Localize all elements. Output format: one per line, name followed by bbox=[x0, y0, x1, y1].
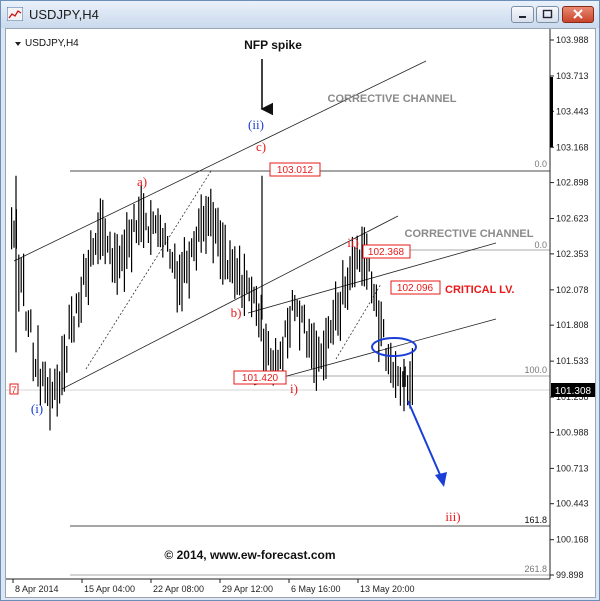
projection-arrow-line bbox=[407, 400, 442, 478]
time-tick-label: 8 Apr 2014 bbox=[15, 584, 59, 594]
price-tick-label: 103.988 bbox=[556, 35, 589, 45]
time-axis-ticks: 8 Apr 2014 15 Apr 04:00 22 Apr 08:00 29 Apr… bbox=[12, 579, 415, 594]
window-title: USDJPY,H4 bbox=[29, 7, 99, 22]
symbol-triangle-icon bbox=[15, 42, 21, 46]
price-tick-label: 100.713 bbox=[556, 463, 589, 473]
price-tick-label: 100.443 bbox=[556, 499, 589, 509]
nfp-spike-label: NFP spike bbox=[244, 38, 302, 52]
corrective-channel-upper-label: CORRECTIVE CHANNEL bbox=[328, 93, 457, 105]
critical-level-label: CRITICAL LV. bbox=[445, 284, 514, 296]
price-tick-label: 101.533 bbox=[556, 356, 589, 366]
current-price-label: 101.308 bbox=[555, 386, 592, 397]
fib-label-161-8: 161.8 bbox=[524, 515, 547, 525]
price-chart[interactable]: 103.012 102.368 102.096 101.420 7 (i) (i… bbox=[5, 28, 596, 598]
title-bar[interactable]: USDJPY,H4 bbox=[1, 1, 599, 28]
wave-label-c: c) bbox=[256, 139, 266, 154]
wave-label-i: i) bbox=[290, 381, 298, 396]
wave-label-a: a) bbox=[137, 174, 147, 189]
price-tick-label: 102.623 bbox=[556, 214, 589, 224]
price-tick-label: 102.898 bbox=[556, 178, 589, 188]
dotted-trend-1 bbox=[85, 170, 212, 370]
copyright-label: © 2014, www.ew-forecast.com bbox=[164, 548, 335, 562]
price-tick-label: 102.078 bbox=[556, 285, 589, 295]
close-icon bbox=[573, 9, 583, 19]
price-tick-label: 102.353 bbox=[556, 249, 589, 259]
fib-label-0-mid: 0.0 bbox=[534, 240, 547, 250]
candles bbox=[10, 175, 413, 431]
price-tick-label: 99.898 bbox=[556, 570, 584, 580]
close-button[interactable] bbox=[562, 6, 594, 23]
projection-arrowhead bbox=[435, 472, 447, 487]
wave-label-iii: iii) bbox=[445, 509, 460, 524]
minimize-icon bbox=[519, 16, 526, 18]
price-tick-label: 100.168 bbox=[556, 535, 589, 545]
price-scale-bar bbox=[550, 77, 553, 147]
wave-label-ii: ii) bbox=[347, 235, 359, 250]
time-tick-label: 22 Apr 08:00 bbox=[153, 584, 204, 594]
price-tick-label: 101.808 bbox=[556, 320, 589, 330]
price-label-102096: 102.096 bbox=[397, 283, 434, 294]
price-tick-label: 103.168 bbox=[556, 142, 589, 152]
price-label-101420: 101.420 bbox=[242, 373, 279, 384]
minimize-button[interactable] bbox=[511, 6, 534, 23]
time-tick-label: 29 Apr 12:00 bbox=[222, 584, 273, 594]
maximize-icon bbox=[542, 9, 553, 19]
chart-window: USDJPY,H4 103.012 102.368 102.096 101.42… bbox=[0, 0, 600, 601]
fib-label-0-top: 0.0 bbox=[534, 159, 547, 169]
price-tick-label: 103.443 bbox=[556, 106, 589, 116]
left-edge-marker-glyph: 7 bbox=[11, 385, 16, 395]
time-tick-label: 15 Apr 04:00 bbox=[84, 584, 135, 594]
maximize-button[interactable] bbox=[536, 6, 559, 23]
price-label-103012: 103.012 bbox=[277, 165, 314, 176]
fib-label-261-8: 261.8 bbox=[524, 564, 547, 574]
chart-canvas: 103.012 102.368 102.096 101.420 7 (i) (i… bbox=[6, 29, 595, 594]
wave-label-2-blue: (ii) bbox=[248, 117, 264, 132]
chart-app-icon bbox=[7, 7, 23, 21]
price-label-102368: 102.368 bbox=[368, 247, 405, 258]
time-tick-label: 13 May 20:00 bbox=[360, 584, 415, 594]
wave-label-1-blue: (i) bbox=[31, 401, 43, 416]
price-axis-ticks: 103.988 103.713 103.443 103.168 102.898 102.6… bbox=[550, 35, 589, 580]
price-tick-label: 100.988 bbox=[556, 427, 589, 437]
chart-symbol-label: USDJPY,H4 bbox=[25, 38, 79, 49]
corrective-channel-lower-label: CORRECTIVE CHANNEL bbox=[405, 228, 534, 240]
price-tick-label: 103.713 bbox=[556, 71, 589, 81]
time-tick-label: 6 May 16:00 bbox=[291, 584, 341, 594]
fib-label-100: 100.0 bbox=[524, 365, 547, 375]
wave-label-b: b) bbox=[231, 305, 242, 320]
